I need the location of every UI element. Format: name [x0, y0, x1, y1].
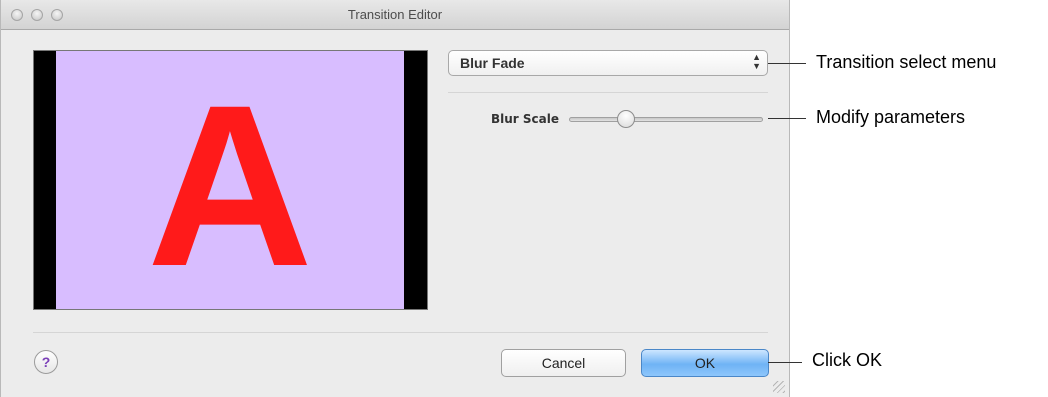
callout-click-ok: Click OK [812, 350, 883, 370]
callout-modify-parameters: Modify parameters [816, 107, 966, 127]
divider [33, 332, 768, 333]
blur-scale-label: Blur Scale [491, 112, 560, 126]
transition-select[interactable]: Blur Fade ▲ ▼ [448, 50, 768, 76]
preview-frame: A [56, 51, 404, 309]
callout-line-parameters [768, 118, 806, 119]
transition-editor-window: Transition Editor A Blur Fade ▲ ▼ Blur Sc… [0, 0, 790, 397]
window-title: Transition Editor [347, 7, 443, 22]
resize-grip-icon[interactable] [773, 381, 785, 393]
up-down-arrows-icon: ▲ ▼ [752, 52, 761, 71]
callout-transition-select: Transition select menu [816, 52, 997, 72]
blur-scale-slider[interactable] [569, 117, 763, 122]
help-button[interactable]: ? [34, 350, 58, 374]
transition-select-value: Blur Fade [460, 55, 525, 71]
cancel-button[interactable]: Cancel [501, 349, 626, 377]
title-bar: Transition Editor [1, 0, 789, 30]
callout-line-select [768, 63, 806, 64]
blur-scale-slider-knob[interactable] [616, 110, 635, 128]
ok-button[interactable]: OK [641, 349, 769, 377]
preview-letter: A [146, 57, 314, 314]
transition-preview: A [33, 50, 428, 310]
callout-line-ok [768, 362, 802, 363]
divider [448, 92, 768, 93]
